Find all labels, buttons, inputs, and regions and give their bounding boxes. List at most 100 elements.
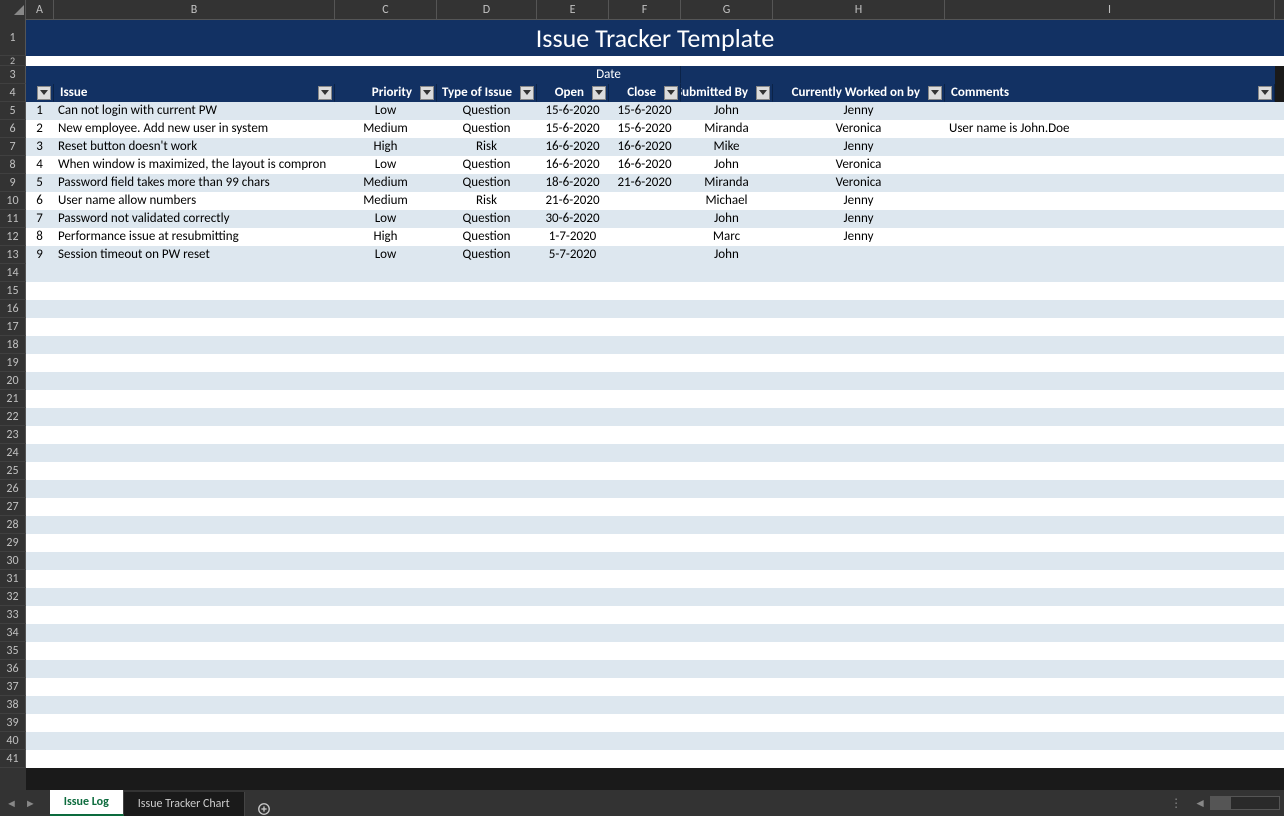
cell-type[interactable]: Question	[437, 246, 537, 264]
filter-icon[interactable]	[420, 86, 434, 100]
cell-close[interactable]	[609, 210, 681, 228]
cell-close[interactable]: 15-6-2020	[609, 120, 681, 138]
cell-close[interactable]: 21-6-2020	[609, 174, 681, 192]
table-row[interactable]: 2New employee. Add new user in systemMed…	[26, 120, 1284, 138]
cell-id[interactable]: 7	[26, 210, 54, 228]
row-header[interactable]: 21	[0, 390, 26, 408]
row-header[interactable]: 2	[0, 56, 26, 66]
cell-priority[interactable]: Medium	[335, 192, 437, 210]
table-row[interactable]: 6User name allow numbersMediumRisk21-6-2…	[26, 192, 1284, 210]
cell-open[interactable]: 15-6-2020	[537, 120, 609, 138]
cell-comments[interactable]	[945, 228, 1275, 246]
cell-close[interactable]: 16-6-2020	[609, 156, 681, 174]
col-header-D[interactable]: D	[437, 0, 537, 20]
cell-close[interactable]	[609, 246, 681, 264]
empty-row[interactable]	[26, 390, 1284, 408]
row-header[interactable]: 30	[0, 552, 26, 570]
empty-row[interactable]	[26, 462, 1284, 480]
filter-icon[interactable]	[520, 86, 534, 100]
table-row[interactable]: 7Password not validated correctlyLowQues…	[26, 210, 1284, 228]
row-header[interactable]: 29	[0, 534, 26, 552]
empty-row[interactable]	[26, 714, 1284, 732]
row-header[interactable]: 39	[0, 714, 26, 732]
row-header[interactable]: 6	[0, 120, 26, 138]
row-header[interactable]: 4	[0, 84, 26, 102]
row-header[interactable]: 10	[0, 192, 26, 210]
cell-issue[interactable]: Can not login with current PW	[54, 102, 335, 120]
cell-comments[interactable]	[945, 210, 1275, 228]
filter-icon[interactable]	[592, 86, 606, 100]
row-header[interactable]: 38	[0, 696, 26, 714]
table-row[interactable]: 9Session timeout on PW resetLowQuestion5…	[26, 246, 1284, 264]
cell-comments[interactable]: User name is John.Doe	[945, 120, 1275, 138]
header-type[interactable]: Type of Issue	[437, 84, 537, 102]
cell-close[interactable]: 15-6-2020	[609, 102, 681, 120]
empty-row[interactable]	[26, 498, 1284, 516]
col-header-F[interactable]: F	[609, 0, 681, 20]
cell-comments[interactable]	[945, 174, 1275, 192]
cell-open[interactable]: 16-6-2020	[537, 138, 609, 156]
empty-row[interactable]	[26, 588, 1284, 606]
cell-open[interactable]: 21-6-2020	[537, 192, 609, 210]
row-header[interactable]: 35	[0, 642, 26, 660]
cell-comments[interactable]	[945, 246, 1275, 264]
col-header-B[interactable]: B	[54, 0, 335, 20]
header-comments[interactable]: Comments	[945, 84, 1275, 102]
cell-id[interactable]: 4	[26, 156, 54, 174]
header-open[interactable]: Open	[537, 84, 609, 102]
cell-worked-by[interactable]: Jenny	[773, 102, 945, 120]
cell-priority[interactable]: Low	[335, 156, 437, 174]
cell-id[interactable]: 6	[26, 192, 54, 210]
filter-icon[interactable]	[37, 86, 51, 100]
col-header-C[interactable]: C	[335, 0, 437, 20]
row-header[interactable]: 34	[0, 624, 26, 642]
row-header[interactable]: 18	[0, 336, 26, 354]
col-header-E[interactable]: E	[537, 0, 609, 20]
empty-row[interactable]	[26, 660, 1284, 678]
cell-issue[interactable]: Password field takes more than 99 chars	[54, 174, 335, 192]
cell-type[interactable]: Question	[437, 228, 537, 246]
row-header[interactable]: 7	[0, 138, 26, 156]
add-sheet-button[interactable]	[245, 802, 283, 816]
row-header[interactable]: 33	[0, 606, 26, 624]
row-header[interactable]: 20	[0, 372, 26, 390]
cell-submitted-by[interactable]: Marc	[681, 228, 773, 246]
cell-submitted-by[interactable]: John	[681, 156, 773, 174]
cell-type[interactable]: Question	[437, 156, 537, 174]
cell-comments[interactable]	[945, 156, 1275, 174]
cell-type[interactable]: Risk	[437, 192, 537, 210]
empty-row[interactable]	[26, 552, 1284, 570]
empty-row[interactable]	[26, 624, 1284, 642]
row-header[interactable]: 40	[0, 732, 26, 750]
empty-row[interactable]	[26, 318, 1284, 336]
tab-prev-icon[interactable]: ◄	[6, 797, 17, 810]
cell-priority[interactable]: Low	[335, 246, 437, 264]
cell-worked-by[interactable]: Jenny	[773, 192, 945, 210]
row-header[interactable]: 25	[0, 462, 26, 480]
row-header[interactable]: 37	[0, 678, 26, 696]
row-header[interactable]: 23	[0, 426, 26, 444]
row-header[interactable]: 5	[0, 102, 26, 120]
row-header[interactable]: 24	[0, 444, 26, 462]
cell-submitted-by[interactable]: Michael	[681, 192, 773, 210]
cell-submitted-by[interactable]: John	[681, 246, 773, 264]
empty-row[interactable]	[26, 606, 1284, 624]
row-header[interactable]: 27	[0, 498, 26, 516]
row-header[interactable]: 36	[0, 660, 26, 678]
cell-issue[interactable]: User name allow numbers	[54, 192, 335, 210]
row-header[interactable]: 14	[0, 264, 26, 282]
empty-row[interactable]	[26, 516, 1284, 534]
cell-type[interactable]: Risk	[437, 138, 537, 156]
header-issue[interactable]: Issue	[54, 84, 335, 102]
cell-submitted-by[interactable]: Mike	[681, 138, 773, 156]
cell-worked-by[interactable]: Jenny	[773, 228, 945, 246]
cell-open[interactable]: 16-6-2020	[537, 156, 609, 174]
row-header[interactable]: 28	[0, 516, 26, 534]
empty-row[interactable]	[26, 534, 1284, 552]
filter-icon[interactable]	[928, 86, 942, 100]
tab-next-icon[interactable]: ►	[25, 797, 36, 810]
row-header[interactable]: 16	[0, 300, 26, 318]
cell-open[interactable]: 5-7-2020	[537, 246, 609, 264]
cell-submitted-by[interactable]: John	[681, 102, 773, 120]
empty-row[interactable]	[26, 336, 1284, 354]
